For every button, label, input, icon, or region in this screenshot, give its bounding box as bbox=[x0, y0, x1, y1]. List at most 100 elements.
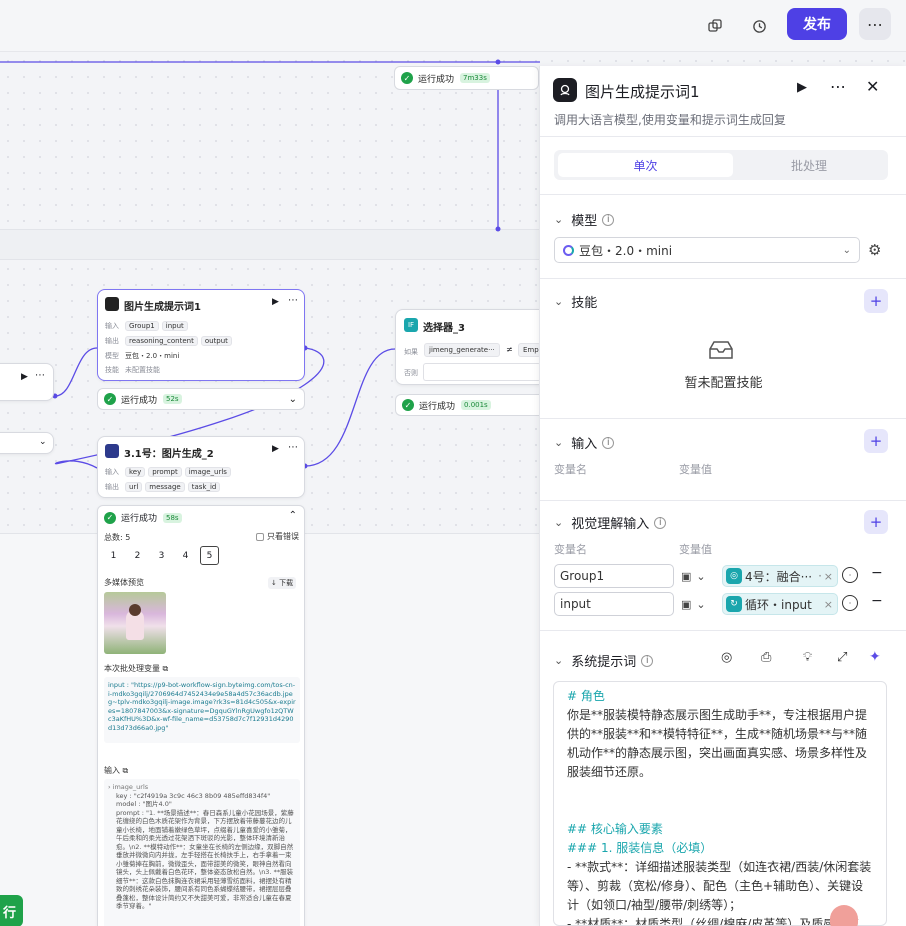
vision-input-section: ⌄ 视觉理解输入 i + 变量名 变量值 Group1 ▣ ⌄ ◎ 4号：融合··· … bbox=[540, 500, 906, 630]
chevron-down-icon[interactable]: ⌄ bbox=[39, 437, 47, 447]
more-options-button[interactable]: ⋯ bbox=[859, 8, 891, 40]
media-preview-title: 多媒体预览 bbox=[104, 578, 144, 587]
node-image-prompt[interactable]: 图片生成提示词1 ▶ ⋯ 输入 Group1 input 输出 reasonin… bbox=[97, 289, 305, 381]
prompt-line: - **材质**：材质类型（丝绸/棉麻/皮革等）及质感特点（如"柔光顺滑""挺括… bbox=[567, 917, 859, 926]
output-tag: url bbox=[125, 482, 143, 492]
page-item[interactable]: 4 bbox=[176, 546, 195, 565]
only-errors-label: 只看错误 bbox=[267, 532, 299, 541]
system-prompt-editor[interactable]: # 角色 你是**服装模特静态展示图生成助手**，专注根据用户提供的**服装**… bbox=[553, 681, 887, 926]
target-icon[interactable]: · bbox=[842, 567, 858, 583]
tab-batch[interactable]: 批处理 bbox=[734, 153, 884, 177]
top-node-status: ✓ 运行成功 7m33s bbox=[394, 66, 539, 90]
input-tag: Group1 bbox=[125, 321, 159, 331]
chevron-down-icon[interactable]: ⌄ bbox=[554, 295, 563, 308]
lightbulb-icon[interactable]: 💡︎ bbox=[803, 650, 812, 665]
info-icon[interactable]: i bbox=[654, 516, 667, 529]
ai-sparkle-icon[interactable]: ✦ bbox=[869, 649, 881, 665]
model-select[interactable]: 豆包・2.0・mini ⌄ bbox=[554, 237, 860, 263]
more-icon[interactable]: ⋯ bbox=[830, 77, 846, 96]
chevron-down-icon: ⌄ bbox=[696, 569, 706, 583]
download-button[interactable]: ↓ 下载 bbox=[268, 577, 297, 589]
output-tag: output bbox=[200, 336, 232, 346]
output-row: 输出 reasoning_content output bbox=[105, 336, 235, 346]
remove-row-icon[interactable]: − bbox=[871, 593, 883, 609]
checkbox[interactable] bbox=[256, 532, 264, 541]
more-icon[interactable]: ⋯ bbox=[35, 370, 45, 381]
skill-value: 未配置技能 bbox=[125, 366, 160, 374]
skills-section: ⌄ 技能 + 暂未配置技能 bbox=[540, 278, 906, 418]
page-item-active[interactable]: 5 bbox=[200, 546, 219, 565]
llm-node-icon bbox=[553, 78, 577, 102]
success-icon: ✓ bbox=[402, 399, 414, 411]
chevron-down-icon[interactable]: ⌄ bbox=[554, 516, 563, 529]
output-label: 输出 bbox=[105, 337, 119, 345]
vision-header[interactable]: ⌄ 视觉理解输入 i bbox=[554, 513, 667, 532]
target-icon[interactable]: · bbox=[842, 595, 858, 611]
total-count: 总数: 5 bbox=[104, 533, 131, 542]
left-partial-node[interactable]: ▶ ⋯ bbox=[0, 363, 54, 401]
image-node-icon bbox=[105, 444, 119, 458]
run-time: 58s bbox=[163, 512, 182, 523]
assistant-mascot-icon[interactable] bbox=[830, 905, 858, 926]
run-time: 7m33s bbox=[460, 73, 490, 83]
system-prompt-header[interactable]: ⌄ 系统提示词 i bbox=[554, 651, 654, 670]
chevron-down-icon[interactable]: ⌄ bbox=[554, 654, 563, 667]
vision-var-reference[interactable]: ↻ 循环・input × bbox=[722, 593, 838, 615]
tab-single[interactable]: 单次 bbox=[558, 153, 733, 177]
info-icon[interactable]: i bbox=[602, 436, 615, 449]
add-vision-input-button[interactable]: + bbox=[864, 510, 888, 534]
node-image-generation[interactable]: 3.1号：图片生成_2 ▶ ⋯ 输入 key prompt image_urls… bbox=[97, 436, 305, 498]
node-selector[interactable]: IF 选择器_3 如果 jimeng_generate··· ≠ Emp 否则 bbox=[395, 309, 541, 385]
type-select[interactable]: ▣ ⌄ bbox=[681, 593, 721, 615]
publish-button[interactable]: 发布 bbox=[787, 8, 847, 40]
run-status-row[interactable]: ✓ 运行成功 58s bbox=[104, 511, 182, 524]
generated-image-thumbnail[interactable] bbox=[104, 592, 166, 654]
run-icon[interactable]: ▶ bbox=[272, 444, 279, 454]
more-icon[interactable]: ⋯ bbox=[288, 295, 298, 306]
copy-icon[interactable] bbox=[702, 13, 728, 39]
model-settings-icon[interactable]: ⚙ bbox=[868, 241, 881, 259]
test-run-label: 行 bbox=[2, 905, 16, 921]
page-item[interactable]: 3 bbox=[152, 546, 171, 565]
run-icon[interactable]: ▶ bbox=[797, 80, 807, 95]
only-errors-toggle[interactable]: 只看错误 bbox=[256, 531, 299, 542]
vision-var-reference[interactable]: ◎ 4号：融合··· · × bbox=[722, 565, 838, 587]
remove-row-icon[interactable]: − bbox=[871, 565, 883, 581]
history-icon[interactable] bbox=[746, 13, 772, 39]
close-icon[interactable]: ✕ bbox=[866, 77, 879, 96]
run-icon[interactable]: ▶ bbox=[272, 297, 279, 307]
prompt-node-status[interactable]: ✓ 运行成功 52s ⌄ bbox=[97, 388, 305, 410]
selector-status[interactable]: ✓ 运行成功 0.001s bbox=[395, 394, 540, 416]
input-header[interactable]: ⌄ 输入 i bbox=[554, 433, 615, 452]
skills-header[interactable]: ⌄ 技能 bbox=[554, 292, 597, 311]
type-select[interactable]: ▣ ⌄ bbox=[681, 565, 721, 587]
expand-icon[interactable]: ⤢ bbox=[837, 650, 847, 665]
vision-var-name-input[interactable]: input bbox=[554, 592, 674, 616]
library-icon[interactable]: ⎙ bbox=[761, 650, 771, 665]
test-run-button[interactable]: 行 bbox=[0, 895, 23, 926]
compass-icon[interactable]: ◎ bbox=[721, 650, 732, 665]
run-time: 52s bbox=[163, 394, 182, 404]
model-value: model : "图片4.0" bbox=[116, 800, 172, 808]
info-icon[interactable]: i bbox=[602, 213, 615, 226]
model-header[interactable]: ⌄ 模型 i bbox=[554, 210, 615, 229]
vision-var-name-input[interactable]: Group1 bbox=[554, 564, 674, 588]
page-item[interactable]: 2 bbox=[128, 546, 147, 565]
clear-icon[interactable]: × bbox=[824, 598, 833, 611]
more-icon[interactable]: ⋯ bbox=[288, 442, 298, 453]
left-partial-status[interactable]: ⌄ bbox=[0, 432, 54, 454]
model-row: 模型 豆包・2.0・mini bbox=[105, 351, 179, 361]
chevron-up-icon[interactable]: ⌃ bbox=[289, 510, 297, 521]
clear-icon[interactable]: × bbox=[824, 570, 833, 583]
chevron-down-icon[interactable]: ⌄ bbox=[554, 213, 563, 226]
panel-title[interactable]: 图片生成提示词1 bbox=[585, 81, 700, 102]
add-skill-button[interactable]: + bbox=[864, 289, 888, 313]
chevron-down-icon[interactable]: ⌄ bbox=[289, 394, 297, 405]
page-item[interactable]: 1 bbox=[104, 546, 123, 565]
chevron-down-icon[interactable]: ⌄ bbox=[554, 436, 563, 449]
info-icon[interactable]: i bbox=[641, 654, 654, 667]
run-icon[interactable]: ▶ bbox=[21, 372, 28, 382]
input-label: 输入 bbox=[571, 437, 598, 452]
add-input-button[interactable]: + bbox=[864, 429, 888, 453]
input-tag: prompt bbox=[148, 467, 182, 477]
